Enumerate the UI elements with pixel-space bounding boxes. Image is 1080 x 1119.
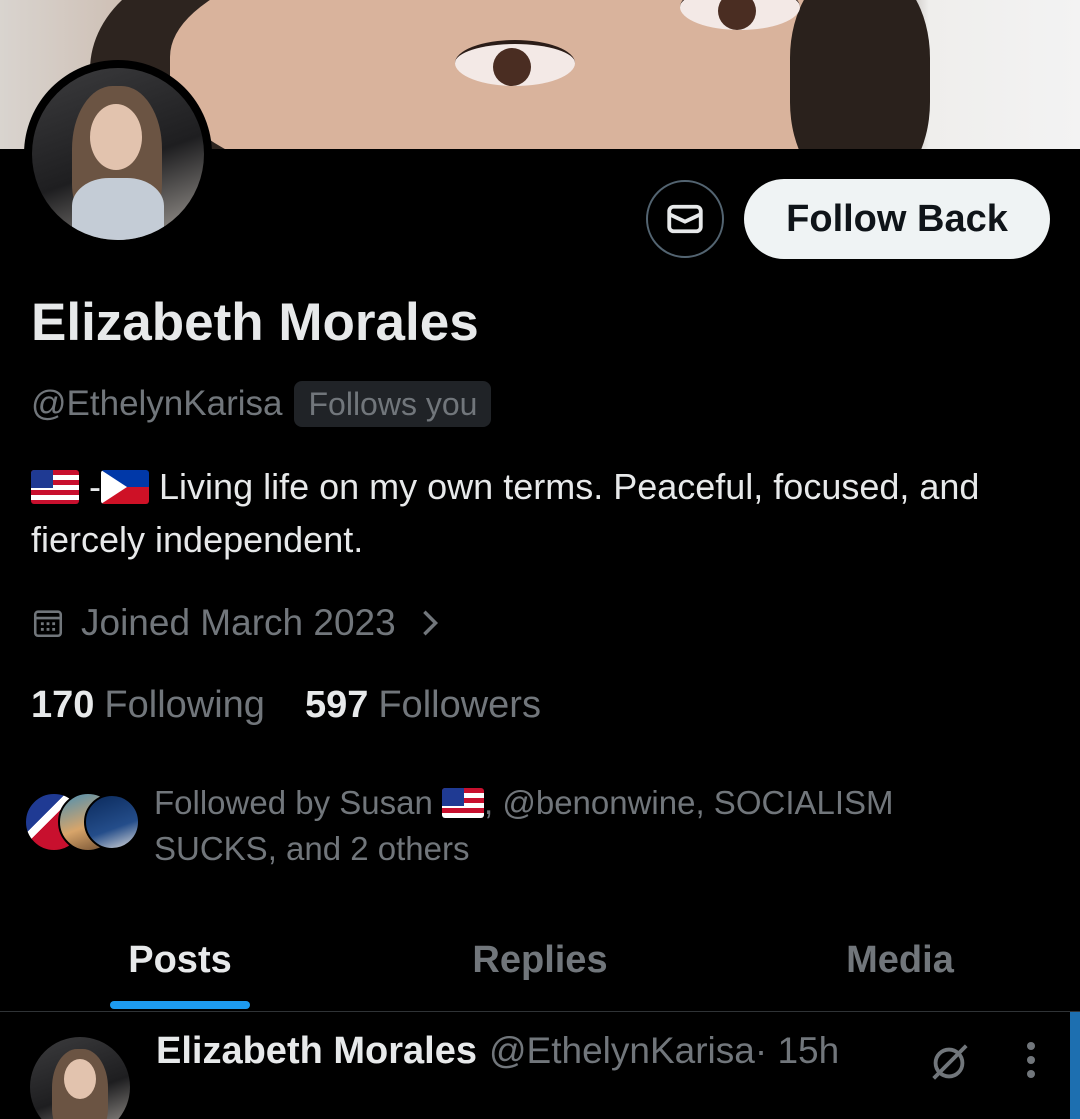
followers-count: 597 xyxy=(304,683,369,726)
profile-name: Elizabeth Morales xyxy=(31,293,479,352)
message-button[interactable] xyxy=(646,180,724,258)
following-count: 170 xyxy=(31,683,95,726)
followers-stat[interactable]: 597 Followers xyxy=(305,684,541,727)
followed-by-text: Followed by Susan , @benonwine, SOCIALIS… xyxy=(154,780,1014,872)
follow-stats: 170 Following 597 Followers xyxy=(31,680,541,730)
us-flag-icon xyxy=(31,470,79,504)
tab-replies[interactable]: Replies xyxy=(360,910,720,1011)
philippines-flag-icon xyxy=(101,470,150,504)
follow-back-button[interactable]: Follow Back xyxy=(744,179,1050,259)
tab-posts[interactable]: Posts xyxy=(0,910,360,1011)
post-item[interactable]: Elizabeth Morales @EthelynKarisa · 15h xyxy=(0,1012,1080,1119)
post-header: Elizabeth Morales @EthelynKarisa · 15h xyxy=(156,1030,839,1073)
active-tab-indicator xyxy=(110,1001,250,1009)
chevron-right-icon xyxy=(418,608,442,638)
following-label: Following xyxy=(104,683,265,726)
followed-by-section[interactable]: Followed by Susan , @benonwine, SOCIALIS… xyxy=(24,780,1024,880)
followers-label: Followers xyxy=(378,683,541,726)
profile-page: Follow Back Elizabeth Morales @EthelynKa… xyxy=(0,0,1080,1119)
profile-bio: - Living life on my own terms. Peaceful,… xyxy=(31,460,1041,566)
scrollbar[interactable] xyxy=(1070,1012,1080,1119)
followed-by-prefix: Followed by Susan xyxy=(154,784,433,821)
post-author-handle[interactable]: @EthelynKarisa xyxy=(489,1030,755,1072)
more-options-icon[interactable] xyxy=(1024,1040,1038,1080)
grok-icon[interactable] xyxy=(926,1040,972,1086)
follower-avatar xyxy=(84,794,140,850)
post-timestamp[interactable]: · 15h xyxy=(755,1030,839,1072)
tab-label: Replies xyxy=(472,939,608,981)
following-stat[interactable]: 170 Following xyxy=(31,684,265,727)
us-flag-icon xyxy=(442,788,484,818)
follows-you-badge: Follows you xyxy=(294,381,492,427)
tab-label: Posts xyxy=(128,939,232,981)
profile-tabs: Posts Replies Media xyxy=(0,910,1080,1012)
bio-separator: - xyxy=(89,466,102,507)
tab-label: Media xyxy=(846,939,954,981)
handle-row: @EthelynKarisa Follows you xyxy=(31,380,492,428)
joined-date: Joined March 2023 xyxy=(81,602,396,643)
profile-handle: @EthelynKarisa xyxy=(31,384,283,423)
calendar-icon xyxy=(33,610,63,638)
profile-avatar[interactable] xyxy=(24,60,212,248)
post-author-name[interactable]: Elizabeth Morales xyxy=(156,1030,477,1073)
envelope-icon xyxy=(667,204,703,234)
tab-media[interactable]: Media xyxy=(720,910,1080,1011)
post-author-avatar[interactable] xyxy=(30,1037,130,1119)
joined-date-row[interactable]: Joined March 2023 xyxy=(31,598,442,648)
bio-text: Living life on my own terms. Peaceful, f… xyxy=(31,466,980,560)
